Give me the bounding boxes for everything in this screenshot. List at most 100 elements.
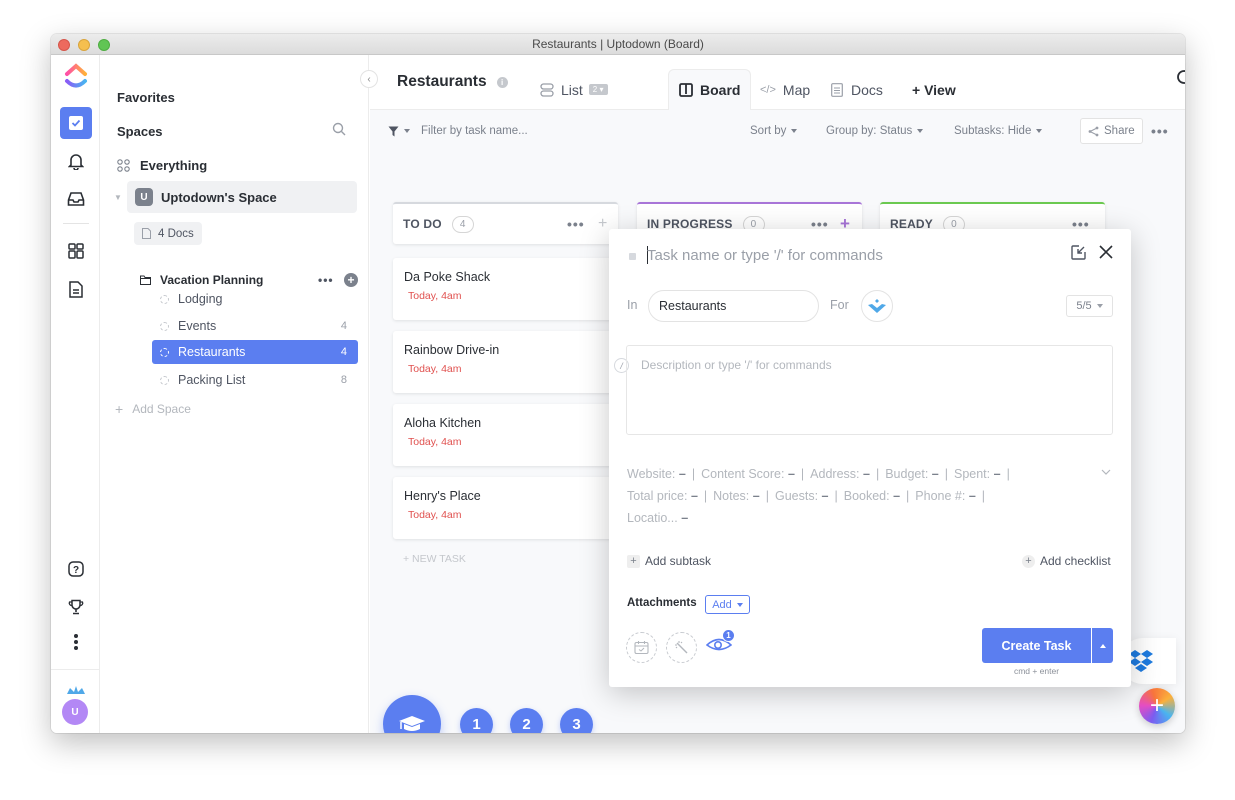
inbox-icon[interactable] — [63, 186, 89, 212]
custom-field[interactable]: Guests: – — [775, 489, 829, 503]
sidebar: Favorites Spaces Everything ▼ U Uptodown… — [100, 55, 369, 733]
spaces-heading[interactable]: Spaces — [117, 124, 163, 139]
custom-field[interactable]: Content Score: – — [701, 467, 795, 481]
create-options-button[interactable] — [1092, 628, 1113, 663]
assignee-avatar[interactable] — [861, 290, 893, 322]
custom-field[interactable]: Total price: – — [627, 489, 698, 503]
docs-file-icon[interactable] — [63, 276, 89, 302]
collapse-sidebar-button[interactable]: ‹ — [360, 70, 378, 88]
task-card[interactable]: Rainbow Drive-in Today, 4am — [393, 331, 633, 393]
onboarding-step-2[interactable]: 2 — [510, 708, 543, 733]
add-space-button[interactable]: + Add Space — [115, 401, 191, 417]
help-icon[interactable]: ? — [63, 556, 89, 582]
custom-field[interactable]: Website: – — [627, 467, 686, 481]
clickup-logo-icon[interactable] — [63, 63, 89, 89]
custom-field[interactable]: Phone #: – — [915, 489, 975, 503]
watchers-button[interactable]: 1 — [705, 629, 735, 658]
custom-field-name: Website: — [627, 467, 676, 481]
custom-field-value: – — [752, 489, 760, 503]
sidebar-list-item[interactable]: Events 4 — [152, 314, 358, 338]
close-window-button[interactable] — [58, 39, 70, 51]
tab-map[interactable]: </> Map — [760, 69, 810, 110]
board-view-icon — [679, 83, 693, 97]
search-icon[interactable] — [1176, 69, 1185, 93]
task-due-date: Today, 4am — [408, 363, 462, 375]
column-count: 4 — [451, 215, 474, 233]
favorites-heading[interactable]: Favorites — [117, 90, 175, 105]
zoom-window-button[interactable] — [98, 39, 110, 51]
sidebar-list-item[interactable]: Lodging — [152, 287, 358, 311]
due-date-button[interactable] — [626, 632, 657, 663]
sidebar-list-item[interactable]: Restaurants 4 — [152, 340, 358, 364]
list-name: Restaurants — [178, 345, 246, 359]
list-location-select[interactable]: Restaurants — [648, 290, 819, 322]
tab-docs[interactable]: Docs — [831, 69, 883, 110]
custom-field[interactable]: Notes: – — [713, 489, 760, 503]
priority-button[interactable] — [666, 632, 697, 663]
subtasks-toggle-button[interactable]: Subtasks: Hide — [954, 111, 1043, 151]
column-add-icon[interactable]: + — [598, 215, 608, 233]
user-avatar[interactable]: U — [62, 699, 88, 725]
folder-add-icon[interactable]: + — [344, 273, 358, 287]
quick-create-plus-button[interactable]: + — [1139, 688, 1175, 724]
custom-field[interactable]: Booked: – — [844, 489, 900, 503]
add-checklist-button[interactable]: + Add checklist — [1022, 554, 1111, 568]
task-card[interactable]: Aloha Kitchen Today, 4am — [393, 404, 633, 466]
task-status-square-icon[interactable] — [629, 253, 636, 260]
onboarding-step-3[interactable]: 3 — [560, 708, 593, 733]
space-avatar: U — [135, 188, 153, 206]
trophy-icon[interactable] — [63, 594, 89, 620]
custom-field[interactable]: Address: – — [810, 467, 870, 481]
custom-field[interactable]: Locatio... – — [627, 511, 688, 525]
tab-list[interactable]: List 2 ▾ — [540, 69, 608, 110]
add-attachment-dropdown[interactable]: Add — [705, 595, 750, 614]
everything-item[interactable]: Everything — [117, 156, 207, 174]
custom-field-value: – — [893, 489, 901, 503]
minimize-window-button[interactable] — [78, 39, 90, 51]
new-task-modal: Task name or type '/' for commands In Re… — [609, 229, 1131, 687]
create-task-button[interactable]: Create Task — [982, 628, 1091, 663]
field-separator: | — [944, 467, 948, 481]
filter-funnel-icon — [388, 126, 399, 136]
list-view-count-badge[interactable]: 2 ▾ — [588, 84, 608, 95]
task-card[interactable]: Da Poke Shack Today, 4am — [393, 258, 633, 320]
folder-more-icon[interactable]: ••• — [318, 273, 334, 287]
custom-field-value: – — [690, 489, 698, 503]
info-icon[interactable]: i — [496, 76, 508, 88]
sort-by-button[interactable]: Sort by — [750, 111, 798, 151]
filter-input[interactable]: Filter by task name... — [421, 111, 641, 151]
column-more-icon[interactable]: ••• — [567, 216, 585, 232]
add-checklist-label: Add checklist — [1040, 554, 1111, 568]
custom-field-name: Notes: — [713, 489, 750, 503]
dashboards-grid-icon[interactable] — [63, 238, 89, 264]
search-spaces-icon[interactable] — [332, 122, 346, 141]
collapse-caret-icon[interactable]: ▼ — [114, 193, 122, 202]
docs-item[interactable]: 4 Docs — [134, 222, 202, 245]
add-view-button[interactable]: + View — [912, 69, 956, 110]
custom-field[interactable]: Budget: – — [885, 467, 939, 481]
description-input[interactable]: Description or type '/' for commands — [626, 345, 1113, 435]
tab-board[interactable]: Board — [668, 69, 752, 110]
calendar-icon — [634, 641, 649, 655]
template-ratio-dropdown[interactable]: 5/5 — [1066, 295, 1113, 317]
space-item-uptodown[interactable]: ▼ U Uptodown's Space — [114, 181, 357, 213]
onboarding-step-1[interactable]: 1 — [460, 708, 493, 733]
share-button[interactable]: Share — [1080, 118, 1143, 144]
expand-fields-chevron-icon[interactable] — [1101, 466, 1111, 478]
minimize-modal-icon[interactable] — [1071, 245, 1086, 265]
board-column-header[interactable]: TO DO 4 ••• + — [393, 202, 618, 244]
new-task-button[interactable]: + NEW TASK — [403, 553, 466, 565]
tasks-home-icon[interactable] — [60, 107, 92, 139]
custom-field[interactable]: Spent: – — [954, 467, 1001, 481]
group-by-button[interactable]: Group by: Status — [826, 111, 924, 151]
close-icon[interactable] — [1099, 245, 1113, 264]
university-button[interactable] — [383, 695, 441, 733]
task-name-input[interactable]: Task name or type '/' for commands — [647, 247, 883, 264]
more-options-icon[interactable]: ••• — [1151, 111, 1169, 151]
notifications-bell-icon[interactable] — [63, 148, 89, 174]
filter-button[interactable] — [388, 111, 410, 151]
task-card[interactable]: Henry's Place Today, 4am — [393, 477, 633, 539]
sidebar-list-item[interactable]: Packing List 8 — [152, 368, 358, 392]
add-subtask-button[interactable]: + Add subtask — [627, 554, 711, 568]
more-vertical-icon[interactable] — [63, 629, 89, 655]
